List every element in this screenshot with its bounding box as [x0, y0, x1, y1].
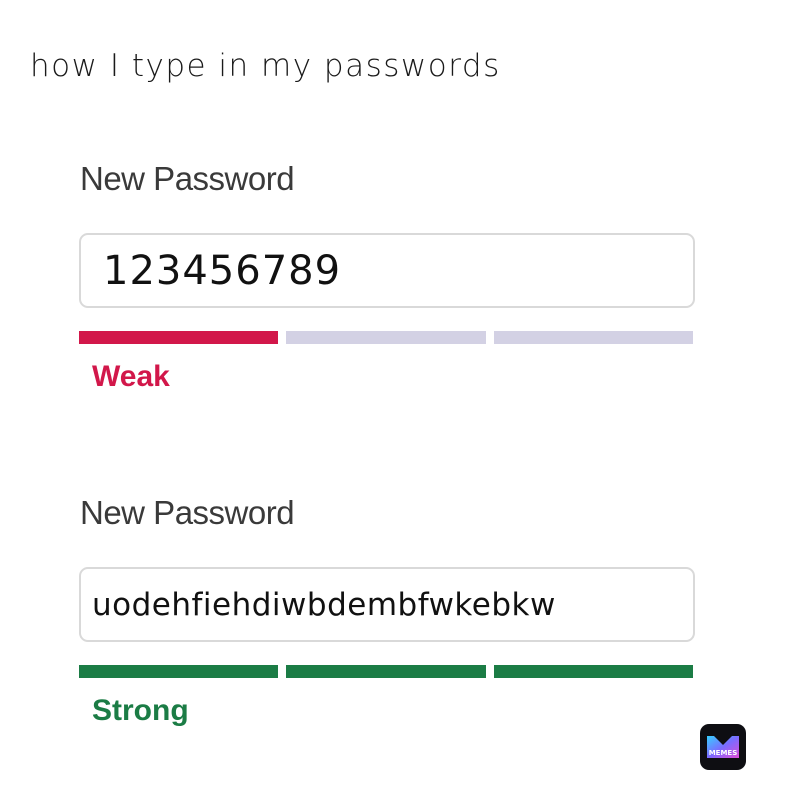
strength-meter-strong	[79, 665, 693, 678]
strength-segment-3	[493, 331, 693, 344]
strength-label-strong: Strong	[92, 694, 189, 727]
strength-segment-1	[79, 331, 279, 344]
strength-segment-3	[493, 665, 693, 678]
strength-meter-weak	[79, 331, 693, 344]
password-input-weak[interactable]: 123456789	[79, 233, 695, 308]
memes-logo-icon: MEMES	[707, 736, 739, 758]
new-password-label-strong: New Password	[80, 494, 295, 531]
memes-logo-text: MEMES	[709, 749, 738, 757]
strength-segment-2	[286, 331, 486, 344]
memes-app-icon: MEMES	[700, 724, 746, 770]
meme-caption: how I type in my passwords	[30, 48, 501, 84]
password-input-strong[interactable]: uodehfiehdiwbdembfwkebkw	[79, 567, 695, 642]
strength-segment-1	[79, 665, 279, 678]
strength-label-weak: Weak	[92, 360, 170, 393]
strength-segment-2	[286, 665, 486, 678]
new-password-label-weak: New Password	[80, 160, 295, 197]
